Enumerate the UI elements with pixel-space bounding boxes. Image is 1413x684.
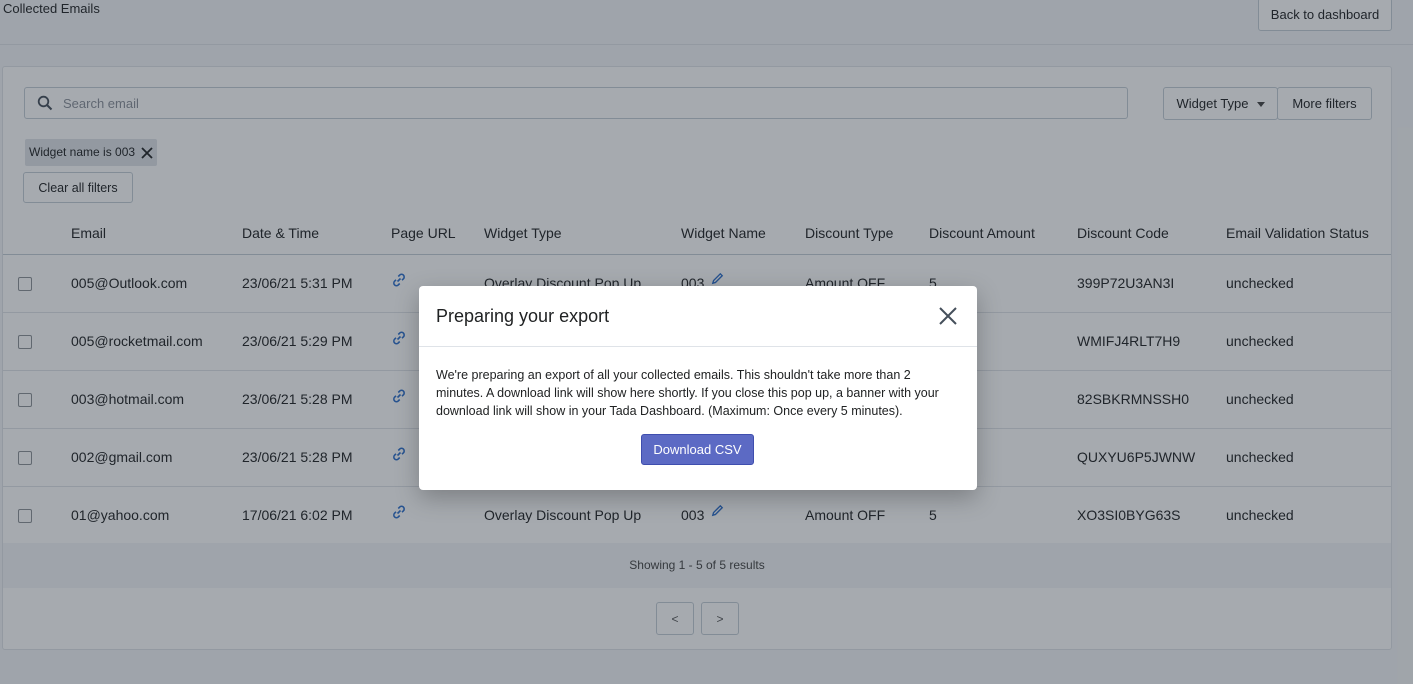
close-icon[interactable] bbox=[937, 305, 959, 332]
modal-message: We're preparing an export of all your co… bbox=[436, 368, 939, 418]
modal-header: Preparing your export bbox=[419, 286, 977, 347]
download-csv-button[interactable]: Download CSV bbox=[641, 434, 754, 465]
export-modal: Preparing your export We're preparing an… bbox=[419, 286, 977, 490]
modal-title: Preparing your export bbox=[436, 306, 610, 326]
